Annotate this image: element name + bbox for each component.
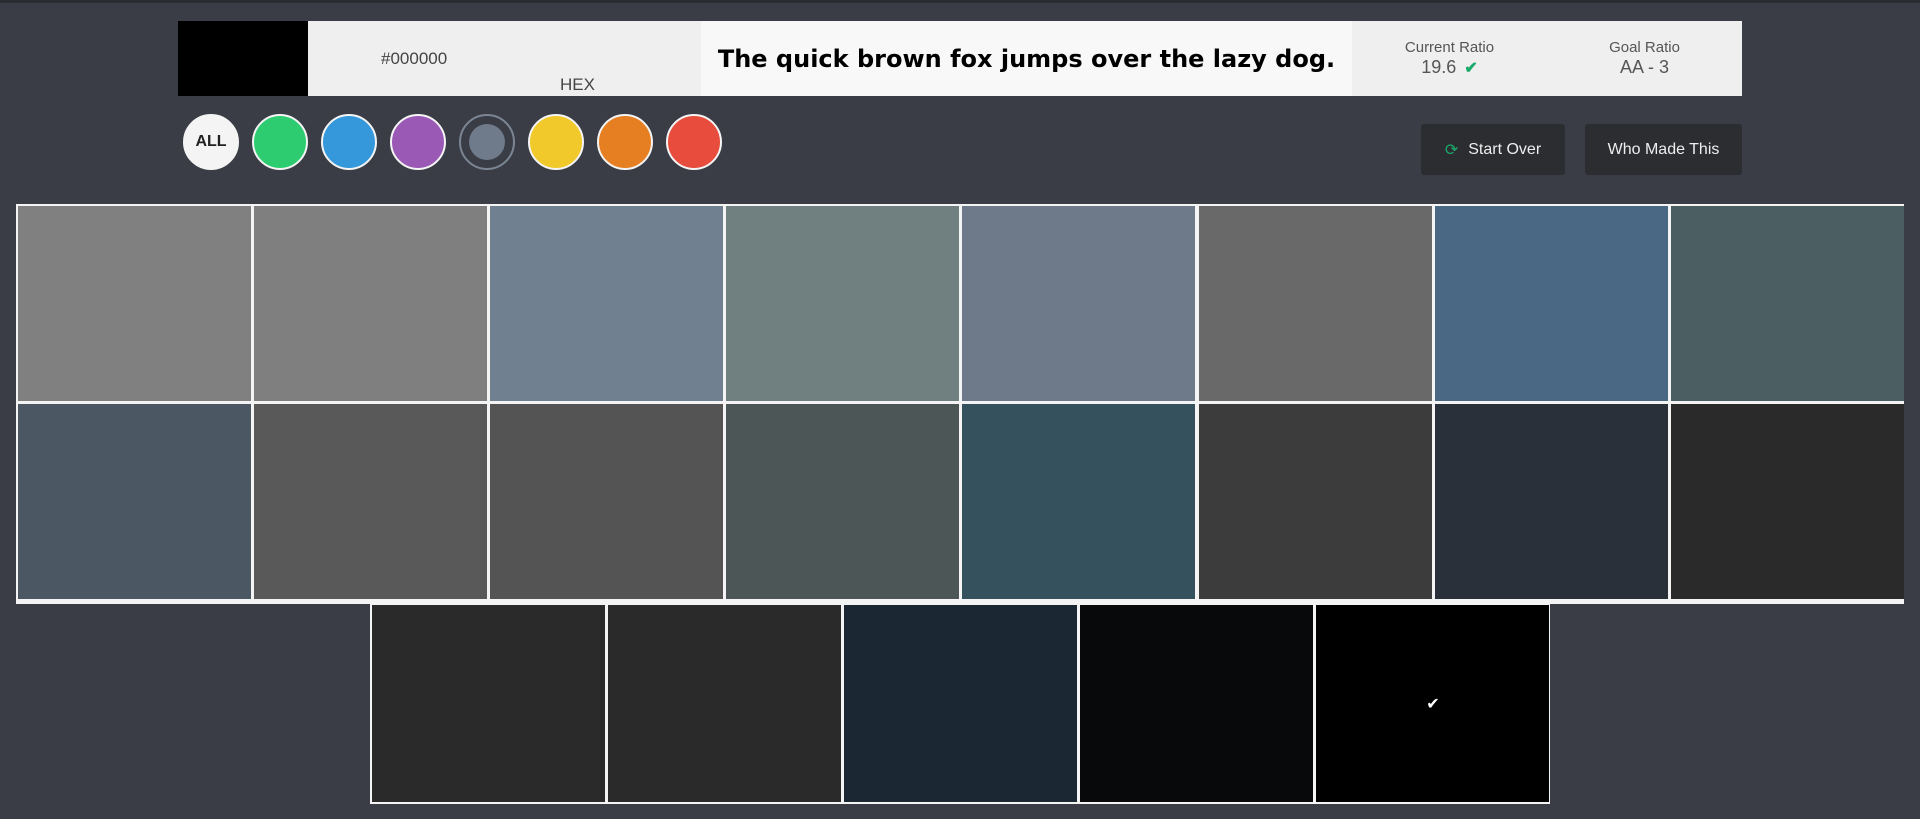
filter-gray-dot	[469, 124, 505, 160]
goal-ratio-value[interactable]: AA - 3	[1620, 57, 1669, 78]
swatch-tile[interactable]	[726, 404, 960, 599]
swatch-tile[interactable]: ✔	[1316, 605, 1550, 802]
swatch-tile[interactable]	[1434, 404, 1668, 599]
filter-red[interactable]	[666, 114, 722, 170]
filter-gray[interactable]	[459, 114, 515, 170]
current-ratio: Current Ratio 19.6 ✔	[1352, 21, 1547, 96]
swatch-tile[interactable]	[726, 206, 960, 401]
filter-purple[interactable]	[390, 114, 446, 170]
filter-green[interactable]	[252, 114, 308, 170]
who-made-this-label: Who Made This	[1607, 140, 1720, 158]
who-made-this-button[interactable]: Who Made This	[1585, 124, 1742, 175]
swatch-tile[interactable]	[1670, 404, 1904, 599]
goal-ratio: Goal Ratio AA - 3	[1547, 21, 1742, 96]
start-over-label: Start Over	[1468, 140, 1542, 158]
swatch-tile[interactable]	[18, 404, 251, 599]
ratio-panel: Current Ratio 19.6 ✔ Goal Ratio AA - 3	[1352, 21, 1742, 96]
swatch-tile[interactable]	[490, 404, 724, 599]
filter-all[interactable]: ALL	[183, 114, 239, 170]
current-ratio-label: Current Ratio	[1404, 39, 1495, 56]
swatch-grid-row-3: ✔	[370, 603, 1550, 804]
swatch-tile[interactable]	[1080, 605, 1314, 802]
filter-yellow[interactable]	[528, 114, 584, 170]
filter-orange[interactable]	[597, 114, 653, 170]
filter-blue[interactable]	[321, 114, 377, 170]
swatch-tile[interactable]	[962, 404, 1196, 599]
swatch-tile[interactable]	[608, 605, 842, 802]
swatch-tile[interactable]	[1198, 404, 1432, 599]
color-filters: ALL	[183, 114, 735, 176]
swatch-tile[interactable]	[254, 206, 488, 401]
selected-check-icon: ✔	[1426, 694, 1440, 713]
hex-label: HEX	[560, 75, 595, 94]
swatch-tile[interactable]	[1434, 206, 1668, 401]
current-ratio-value: 19.6	[1421, 57, 1457, 77]
top-border	[0, 0, 1920, 3]
hex-panel: #000000 HEX	[308, 21, 701, 96]
goal-ratio-label: Goal Ratio	[1609, 39, 1680, 56]
swatch-tile[interactable]	[1198, 206, 1432, 401]
refresh-icon: ⟳	[1444, 141, 1459, 159]
sample-text-panel: The quick brown fox jumps over the lazy …	[701, 21, 1352, 96]
swatch-grid	[16, 204, 1904, 604]
hex-value[interactable]: #000000	[381, 49, 447, 69]
swatch-tile[interactable]	[844, 605, 1078, 802]
swatch-tile[interactable]	[18, 206, 251, 401]
check-icon: ✔	[1464, 59, 1478, 77]
sample-text: The quick brown fox jumps over the lazy …	[717, 44, 1336, 73]
contrast-header: #000000 HEX The quick brown fox jumps ov…	[178, 21, 1742, 96]
selected-color-preview	[178, 21, 316, 96]
swatch-tile[interactable]	[254, 404, 488, 599]
swatch-tile[interactable]	[490, 206, 724, 401]
swatch-tile[interactable]	[1670, 206, 1904, 401]
swatch-tile[interactable]	[962, 206, 1196, 401]
current-ratio-value-row: 19.6 ✔	[1421, 57, 1477, 78]
start-over-button[interactable]: ⟳ Start Over	[1421, 124, 1565, 175]
swatch-tile[interactable]	[372, 605, 605, 802]
